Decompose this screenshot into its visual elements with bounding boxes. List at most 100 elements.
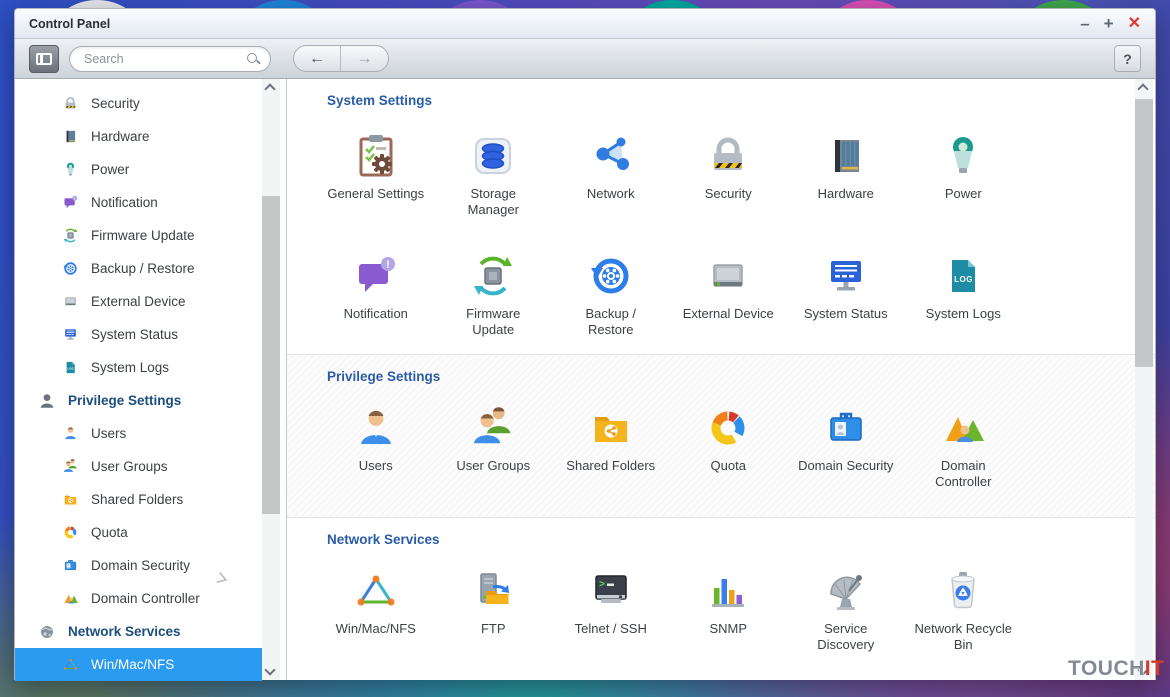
toolbar: ← → ? (15, 39, 1155, 79)
search-input[interactable] (84, 52, 246, 66)
sidebar-item-domain-controller[interactable]: Domain Controller (15, 582, 286, 615)
scroll-up-icon[interactable] (1137, 83, 1148, 94)
badge-icon (822, 404, 870, 452)
back-button[interactable]: ← (294, 46, 341, 71)
sidebar-item-system-logs[interactable]: System Logs (15, 351, 286, 384)
scroll-up-icon[interactable] (264, 83, 275, 94)
touchit-watermark: TOUCHIT (1068, 657, 1164, 681)
tile-storage-manager[interactable]: Storage Manager (435, 132, 553, 218)
tile-ftp[interactable]: FTP (435, 567, 553, 653)
backup-restore-icon (62, 260, 79, 277)
forward-button[interactable]: → (341, 46, 388, 71)
satellite-dish-icon (822, 567, 870, 615)
domain-controller-icon (939, 404, 987, 452)
tile-win-mac-nfs[interactable]: Win/Mac/NFS (317, 567, 435, 653)
system-logs-icon (62, 359, 79, 376)
sidebar-section-privilege-settings[interactable]: Privilege Settings (15, 384, 286, 417)
tile-snmp[interactable]: SNMP (670, 567, 788, 653)
sidebar-item-users[interactable]: Users (15, 417, 286, 450)
minimize-button[interactable]: – (1080, 15, 1089, 32)
sidebar-item-system-status[interactable]: System Status (15, 318, 286, 351)
tile-hardware[interactable]: Hardware (787, 132, 905, 218)
tile-service-discovery[interactable]: Service Discovery (787, 567, 905, 653)
sidebar-item-notification[interactable]: Notification (15, 186, 286, 219)
user-icon (62, 425, 79, 442)
tile-domain-controller[interactable]: Domain Controller (905, 404, 1023, 490)
tile-users[interactable]: Users (317, 404, 435, 490)
tile-notification[interactable]: Notification (317, 252, 435, 338)
section-title: Network Services (327, 532, 1115, 547)
notification-icon (352, 252, 400, 300)
tile-power[interactable]: Power (905, 132, 1023, 218)
tile-system-logs[interactable]: System Logs (905, 252, 1023, 338)
tile-system-status[interactable]: System Status (787, 252, 905, 338)
titlebar[interactable]: Control Panel – + ✕ (15, 9, 1155, 39)
lock-icon (704, 132, 752, 180)
sidebar-item-win-mac-nfs[interactable]: Win/Mac/NFS (15, 648, 262, 681)
tile-network-recycle-bin[interactable]: Network Recycle Bin (905, 567, 1023, 653)
user-icon (352, 404, 400, 452)
tile-backup-restore[interactable]: Backup / Restore (552, 252, 670, 338)
general-settings-icon (352, 132, 400, 180)
maximize-button[interactable]: + (1104, 15, 1114, 32)
sidebar-item-domain-security[interactable]: Domain Security (15, 549, 286, 582)
desktop: { "window": { "title": "Control Panel", … (0, 0, 1170, 697)
hardware-icon (62, 128, 79, 145)
backup-restore-icon (587, 252, 635, 300)
globe-icon (38, 623, 56, 641)
section-title: Privilege Settings (327, 369, 1115, 384)
firmware-update-icon (62, 227, 79, 244)
sidebar-item-power[interactable]: Power (15, 153, 286, 186)
close-button[interactable]: ✕ (1128, 16, 1141, 32)
tile-shared-folders[interactable]: Shared Folders (552, 404, 670, 490)
quota-donut-icon (704, 404, 752, 452)
tile-general-settings[interactable]: General Settings (317, 132, 435, 218)
storage-manager-icon (469, 132, 517, 180)
tile-domain-security[interactable]: Domain Security (787, 404, 905, 490)
main-content: System Settings General Settings Storage… (287, 79, 1155, 680)
system-status-icon (62, 326, 79, 343)
main-scrollbar[interactable] (1135, 79, 1153, 680)
tile-quota[interactable]: Quota (670, 404, 788, 490)
sidebar-item-firmware-update[interactable]: Firmware Update (15, 219, 286, 252)
tile-security[interactable]: Security (670, 132, 788, 218)
tile-network[interactable]: Network (552, 132, 670, 218)
sidebar-scrollbar-thumb[interactable] (262, 196, 280, 514)
user-groups-icon (62, 458, 79, 475)
user-groups-icon (469, 404, 517, 452)
bar-chart-icon (704, 567, 752, 615)
sidebar-scrollbar[interactable] (262, 79, 280, 680)
sidebar-item-backup-restore[interactable]: Backup / Restore (15, 252, 286, 285)
tile-firmware-update[interactable]: Firmware Update (435, 252, 553, 338)
system-logs-icon (939, 252, 987, 300)
panel-layout-icon (36, 53, 52, 65)
sidebar-item-user-groups[interactable]: User Groups (15, 450, 286, 483)
sidebar-item-hardware[interactable]: Hardware (15, 120, 286, 153)
sidebar-item-security[interactable]: Security (15, 87, 286, 120)
scroll-down-icon[interactable] (264, 664, 275, 675)
tile-telnet-ssh[interactable]: Telnet / SSH (552, 567, 670, 653)
tile-user-groups[interactable]: User Groups (435, 404, 553, 490)
sidebar-section-network-services[interactable]: Network Services (15, 615, 286, 648)
tile-external-device[interactable]: External Device (670, 252, 788, 338)
sidebar-item-shared-folders[interactable]: Shared Folders (15, 483, 286, 516)
mouse-cursor (215, 571, 231, 587)
sidebar-toggle-button[interactable] (29, 45, 59, 73)
shared-folder-icon (62, 491, 79, 508)
lock-icon (62, 95, 79, 112)
history-nav: ← → (293, 45, 389, 72)
main-scrollbar-thumb[interactable] (1135, 99, 1153, 367)
notification-icon (62, 194, 79, 211)
quota-donut-icon (62, 524, 79, 541)
search-icon (246, 52, 260, 66)
network-icon (587, 132, 635, 180)
terminal-icon (587, 567, 635, 615)
sidebar-item-external-device[interactable]: External Device (15, 285, 286, 318)
search-box[interactable] (69, 46, 271, 72)
recycle-bin-icon (939, 567, 987, 615)
help-button[interactable]: ? (1114, 45, 1141, 72)
window-title: Control Panel (29, 17, 110, 31)
win-mac-nfs-icon (62, 656, 79, 673)
sidebar-item-quota[interactable]: Quota (15, 516, 286, 549)
ftp-icon (469, 567, 517, 615)
